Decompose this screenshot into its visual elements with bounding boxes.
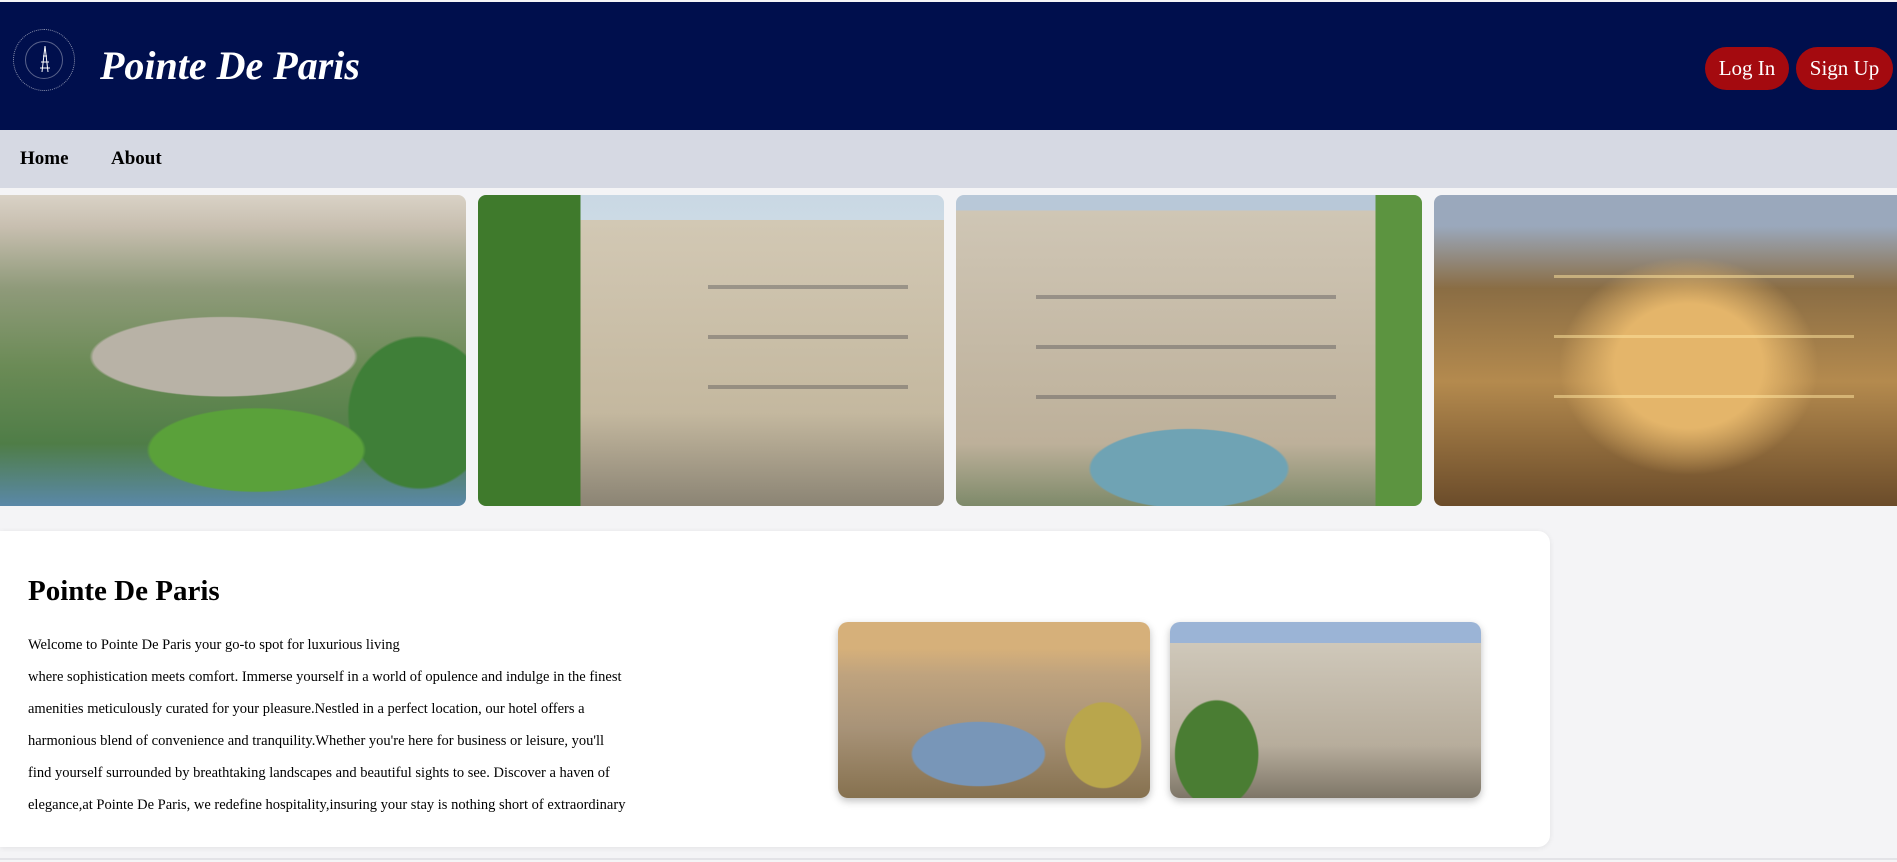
signup-button[interactable]: Sign Up (1796, 47, 1893, 90)
logo-icon[interactable] (13, 29, 75, 91)
intro-card: Pointe De Paris Welcome to Pointe De Par… (0, 531, 1550, 847)
gallery-image-city-hall (956, 195, 1422, 506)
intro-line: where sophistication meets comfort. Imme… (28, 669, 622, 685)
footer-divider (0, 858, 1897, 860)
intro-line: find yourself surrounded by breathtaking… (28, 765, 610, 781)
login-button[interactable]: Log In (1705, 47, 1789, 90)
thumbnail-paris-skyline (838, 622, 1150, 798)
gallery-image-aerial-palace (0, 195, 466, 506)
nav-bar: Home About (0, 130, 1897, 188)
nav-about-link[interactable]: About (111, 148, 162, 170)
thumbnail-building-lamp (1170, 622, 1481, 798)
intro-description: Welcome to Pointe De Paris your go-to sp… (28, 629, 668, 821)
gallery-image-corner-building (478, 195, 944, 506)
intro-line: harmonious blend of convenience and tran… (28, 733, 605, 749)
gallery-image-illuminated-building (1434, 195, 1897, 506)
site-header: Pointe De Paris Log In Sign Up (0, 2, 1897, 130)
intro-title: Pointe De Paris (28, 575, 220, 607)
intro-line: Welcome to Pointe De Paris your go-to sp… (28, 637, 400, 653)
intro-line: amenities meticulously curated for your … (28, 701, 585, 717)
site-title[interactable]: Pointe De Paris (100, 42, 360, 89)
nav-home-link[interactable]: Home (20, 148, 69, 170)
intro-line: elegance,at Pointe De Paris, we redefine… (28, 797, 626, 813)
